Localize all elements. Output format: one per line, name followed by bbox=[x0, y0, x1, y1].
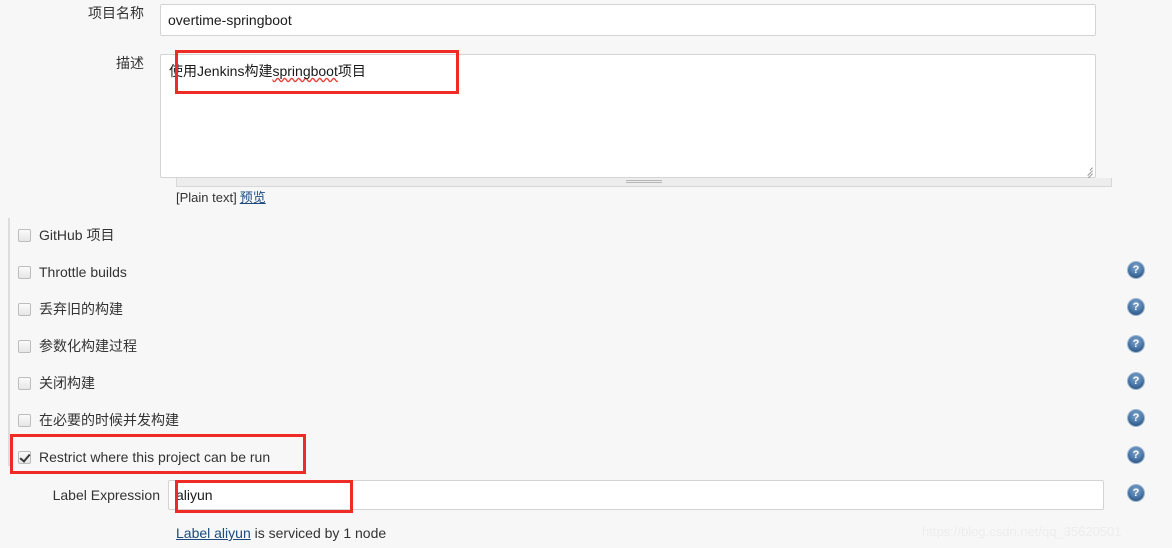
build-options-section: GitHub 项目 Throttle builds 丢弃旧的构建 参数化构建过程… bbox=[0, 214, 1172, 484]
description-textarea-wrapper: 使用Jenkins构建springboot项目 bbox=[160, 54, 1096, 182]
label-expression-input[interactable] bbox=[168, 480, 1104, 510]
description-label: 描述 bbox=[116, 55, 144, 71]
description-markup-line: [Plain text] 预览 bbox=[176, 189, 266, 207]
description-text-misspelled: springboot bbox=[272, 63, 338, 79]
option-label-parameterized-build: 参数化构建过程 bbox=[39, 338, 137, 354]
checkbox-concurrent-builds[interactable] bbox=[18, 413, 31, 427]
checkbox-disable-build[interactable] bbox=[18, 376, 31, 390]
project-name-input[interactable] bbox=[160, 4, 1096, 36]
description-text-prefix: 使用Jenkins构建 bbox=[169, 63, 273, 79]
option-row-discard-old-builds[interactable]: 丢弃旧的构建 bbox=[18, 298, 123, 320]
option-label-discard-old-builds: 丢弃旧的构建 bbox=[39, 301, 123, 317]
watermark-text: https://blog.csdn.net/qq_35620501 bbox=[922, 524, 1122, 539]
option-label-disable-build: 关闭构建 bbox=[39, 375, 95, 391]
help-icon-disable-build[interactable] bbox=[1128, 373, 1144, 389]
help-icon-throttle-builds[interactable] bbox=[1128, 262, 1144, 278]
checkbox-discard-old-builds[interactable] bbox=[18, 302, 31, 316]
label-node-status-text: is serviced by 1 node bbox=[250, 525, 387, 541]
option-label-github-project: GitHub 项目 bbox=[39, 227, 115, 243]
description-text-suffix: 项目 bbox=[337, 63, 366, 79]
option-row-parameterized-build[interactable]: 参数化构建过程 bbox=[18, 335, 137, 357]
checkbox-throttle-builds[interactable] bbox=[18, 265, 31, 279]
textarea-drag-bar[interactable] bbox=[176, 178, 1112, 187]
drag-handle-icon bbox=[626, 180, 662, 184]
label-expression-label: Label Expression bbox=[52, 487, 160, 503]
option-row-throttle-builds[interactable]: Throttle builds bbox=[18, 261, 127, 283]
jenkins-job-config-form: 项目名称 描述 使用Jenkins构建springboot项目 [Plain t… bbox=[0, 0, 1172, 548]
option-row-concurrent-builds[interactable]: 在必要的时候并发构建 bbox=[18, 409, 179, 431]
description-textarea[interactable]: 使用Jenkins构建springboot项目 bbox=[160, 54, 1096, 178]
help-icon-concurrent-builds[interactable] bbox=[1128, 410, 1144, 426]
project-name-row: 项目名称 bbox=[0, 4, 1096, 36]
option-row-disable-build[interactable]: 关闭构建 bbox=[18, 372, 95, 394]
section-divider bbox=[8, 218, 10, 466]
help-icon-label-expression[interactable] bbox=[1128, 485, 1144, 501]
label-node-link[interactable]: Label aliyun bbox=[176, 525, 251, 541]
option-label-throttle-builds: Throttle builds bbox=[39, 264, 127, 280]
checkbox-restrict-where-run[interactable] bbox=[18, 450, 31, 464]
option-row-github-project[interactable]: GitHub 项目 bbox=[18, 224, 114, 246]
markup-type-label: [Plain text] bbox=[176, 190, 237, 205]
description-row: 描述 使用Jenkins构建springboot项目 bbox=[0, 54, 1096, 182]
option-label-concurrent-builds: 在必要的时候并发构建 bbox=[39, 412, 179, 428]
checkbox-parameterized-build[interactable] bbox=[18, 339, 31, 353]
label-node-status: Label aliyun is serviced by 1 node bbox=[176, 523, 386, 543]
help-icon-parameterized-build[interactable] bbox=[1128, 336, 1144, 352]
checkbox-github-project[interactable] bbox=[18, 228, 31, 242]
label-expression-row: Label Expression bbox=[0, 480, 1104, 510]
project-name-label: 项目名称 bbox=[88, 5, 144, 21]
option-label-restrict-where-run: Restrict where this project can be run bbox=[39, 449, 271, 465]
description-preview-link[interactable]: 预览 bbox=[240, 190, 266, 205]
help-icon-discard-old-builds[interactable] bbox=[1128, 299, 1144, 315]
help-icon-restrict-where-run[interactable] bbox=[1128, 447, 1144, 463]
option-row-restrict-where-run[interactable]: Restrict where this project can be run bbox=[18, 446, 270, 468]
